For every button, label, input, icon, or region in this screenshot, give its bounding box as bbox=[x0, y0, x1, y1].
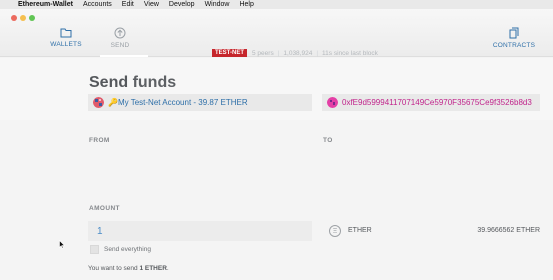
close-window-button[interactable] bbox=[11, 15, 17, 21]
menu-view[interactable]: View bbox=[144, 1, 159, 8]
app-toolbar: WALLETS SEND TEST-NET 5 peers | 1,038,92… bbox=[0, 9, 553, 57]
window-controls bbox=[11, 15, 35, 21]
send-everything-label[interactable]: Send everything bbox=[104, 246, 151, 253]
address-identicon bbox=[327, 97, 338, 108]
menu-edit[interactable]: Edit bbox=[122, 1, 134, 8]
active-tab-indicator bbox=[100, 55, 148, 57]
send-everything-checkbox[interactable] bbox=[90, 245, 99, 254]
amount-value: 1 bbox=[97, 225, 103, 237]
nav-contracts[interactable]: CONTRACTS bbox=[490, 27, 538, 49]
nav-wallets-label: WALLETS bbox=[50, 41, 82, 48]
network-status: TEST-NET 5 peers | 1,038,924 | 11s since… bbox=[212, 49, 378, 57]
status-divider: | bbox=[277, 49, 280, 57]
menu-window[interactable]: Window bbox=[205, 1, 230, 8]
send-funds-view: Send funds bbox=[0, 58, 553, 280]
nav-send-label: SEND bbox=[110, 42, 130, 49]
menu-bar: Ethereum-Wallet Accounts Edit View Devel… bbox=[0, 0, 553, 9]
account-balance: 39.9666562 ETHER bbox=[477, 227, 540, 234]
last-block-time: 11s since last block bbox=[322, 49, 378, 57]
menu-app-name[interactable]: Ethereum-Wallet bbox=[18, 1, 73, 8]
status-divider: | bbox=[316, 49, 319, 57]
nav-contracts-label: CONTRACTS bbox=[492, 42, 536, 49]
from-account-select[interactable]: 🔑My Test-Net Account - 39.87 ETHER bbox=[88, 94, 312, 111]
nav-send[interactable]: SEND bbox=[100, 27, 140, 49]
menu-help[interactable]: Help bbox=[239, 1, 253, 8]
folder-icon bbox=[60, 28, 72, 38]
arrow-up-circle-icon bbox=[114, 27, 126, 39]
testnet-badge: TEST-NET bbox=[212, 49, 248, 57]
from-account-name: 🔑My Test-Net Account - 39.87 ETHER bbox=[108, 98, 248, 107]
send-summary: You want to send 1 ETHER. bbox=[88, 265, 169, 272]
to-address-input[interactable]: 0xfE9d5999411707149Ce5970F35675Ce9f3526b… bbox=[322, 94, 540, 111]
mouse-cursor-icon bbox=[59, 240, 65, 249]
block-number: 1,038,924 bbox=[283, 49, 313, 57]
minimize-window-button[interactable] bbox=[20, 15, 26, 21]
menu-accounts[interactable]: Accounts bbox=[83, 1, 112, 8]
from-label: FROM bbox=[89, 137, 110, 144]
nav-wallets[interactable]: WALLETS bbox=[46, 27, 86, 48]
peers-count: 5 peers bbox=[252, 49, 274, 57]
ether-unit-icon[interactable]: Ξ bbox=[329, 225, 341, 237]
amount-label: AMOUNT bbox=[89, 205, 120, 212]
account-identicon bbox=[93, 97, 104, 108]
amount-input[interactable]: 1 bbox=[88, 221, 312, 241]
page-title: Send funds bbox=[89, 74, 177, 91]
currency-unit-label[interactable]: ETHER bbox=[348, 227, 372, 234]
zoom-window-button[interactable] bbox=[29, 15, 35, 21]
to-address-value: 0xfE9d5999411707149Ce5970F35675Ce9f3526b… bbox=[342, 98, 532, 107]
to-label: TO bbox=[323, 137, 333, 144]
contracts-pages-icon bbox=[509, 27, 519, 39]
menu-develop[interactable]: Develop bbox=[169, 1, 195, 8]
